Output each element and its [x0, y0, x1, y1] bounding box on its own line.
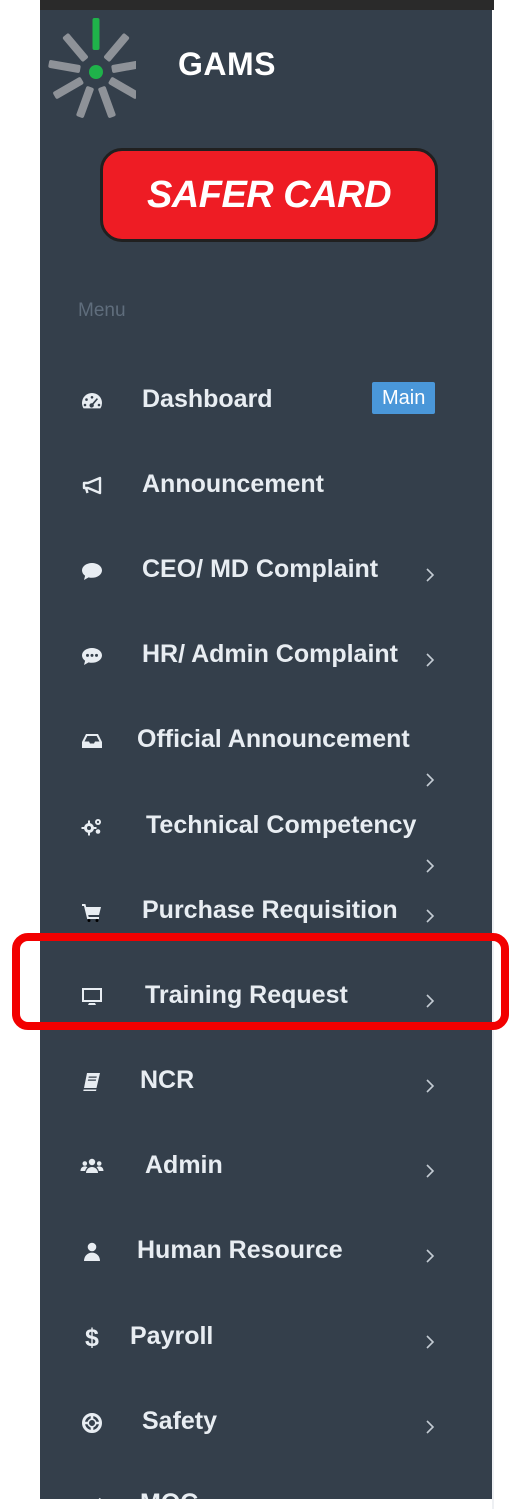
gams-logo-icon	[48, 18, 136, 118]
desktop-icon	[78, 983, 106, 1011]
sidebar-item-label: CEO/ MD Complaint	[142, 555, 379, 583]
chevron-right-icon	[420, 770, 440, 790]
sidebar-item-label: Training Request	[145, 981, 348, 1009]
main-badge: Main	[372, 382, 436, 414]
sidebar-item-payroll[interactable]: $ Payroll	[40, 1307, 492, 1367]
sidebar-item-label: Payroll	[130, 1322, 214, 1350]
dollar-icon: $	[85, 1323, 99, 1352]
sidebar-item-label: HR/ Admin Complaint	[142, 640, 399, 668]
sidebar-item-label: Technical Competency	[146, 811, 417, 839]
safer-card-button[interactable]: SAFER CARD	[100, 148, 438, 242]
content-divider	[492, 120, 494, 1509]
sidebar-item-human-resource[interactable]: Human Resource	[40, 1221, 492, 1281]
dashboard-icon	[78, 387, 106, 415]
menu-heading: Menu	[78, 300, 126, 321]
sidebar-item-label: NCR	[140, 1066, 195, 1094]
book-icon	[78, 1068, 106, 1096]
chevron-right-icon	[420, 650, 440, 670]
users-icon	[78, 1153, 106, 1181]
chevron-right-icon	[420, 906, 440, 926]
sidebar-item-label: Announcement	[142, 470, 324, 498]
sidebar: GAMS SAFER CARD Menu Dashboard Main Anno…	[40, 10, 492, 1499]
sidebar-item-training-request[interactable]: Training Request	[40, 966, 492, 1026]
brand-header[interactable]: GAMS	[40, 10, 492, 140]
content-area-edge	[492, 10, 517, 1509]
sidebar-item-label: MOC	[140, 1488, 198, 1499]
chevron-right-icon	[420, 1246, 440, 1266]
comment-icon	[78, 557, 106, 585]
chevron-right-icon	[420, 991, 440, 1011]
sidebar-item-label: Dashboard	[142, 385, 273, 413]
chevron-right-icon	[420, 1076, 440, 1096]
sidebar-item-label: Human Resource	[137, 1236, 343, 1264]
user-icon	[78, 1238, 106, 1266]
safer-card-label: SAFER CARD	[146, 173, 392, 216]
check-icon	[78, 1491, 106, 1499]
life-ring-icon	[78, 1409, 106, 1437]
sidebar-item-safety[interactable]: Safety	[40, 1392, 492, 1452]
chevron-right-icon	[420, 856, 440, 876]
sidebar-item-hr-admin-complaint[interactable]: HR/ Admin Complaint	[40, 625, 492, 685]
sidebar-item-label: Purchase Requisition	[142, 896, 398, 924]
chevron-right-icon	[420, 565, 440, 585]
sidebar-item-dashboard[interactable]: Dashboard Main	[40, 370, 492, 430]
shopping-cart-icon	[78, 898, 106, 926]
sidebar-item-announcement[interactable]: Announcement	[40, 455, 492, 515]
sidebar-item-technical-competency[interactable]: Technical Competency	[40, 796, 492, 876]
sidebar-item-label: Safety	[142, 1407, 218, 1435]
chevron-right-icon	[420, 1417, 440, 1437]
inbox-icon	[78, 727, 106, 755]
sidebar-item-ncr[interactable]: NCR	[40, 1051, 492, 1111]
sidebar-item-label: Admin	[145, 1151, 223, 1179]
commenting-icon	[78, 642, 106, 670]
sidebar-item-moc[interactable]: MOC	[40, 1474, 492, 1499]
sidebar-item-admin[interactable]: Admin	[40, 1136, 492, 1196]
bullhorn-icon	[78, 472, 106, 500]
app-title: GAMS	[178, 46, 276, 82]
sidebar-item-official-announcement[interactable]: Official Announcement	[40, 710, 492, 790]
sidebar-item-purchase-requisition[interactable]: Purchase Requisition	[40, 881, 492, 941]
cogs-icon	[78, 813, 106, 841]
sidebar-item-ceo-md-complaint[interactable]: CEO/ MD Complaint	[40, 540, 492, 600]
window-top-strip	[40, 0, 494, 10]
chevron-right-icon	[420, 1161, 440, 1181]
chevron-right-icon	[420, 1332, 440, 1352]
sidebar-item-label: Official Announcement	[137, 725, 410, 753]
